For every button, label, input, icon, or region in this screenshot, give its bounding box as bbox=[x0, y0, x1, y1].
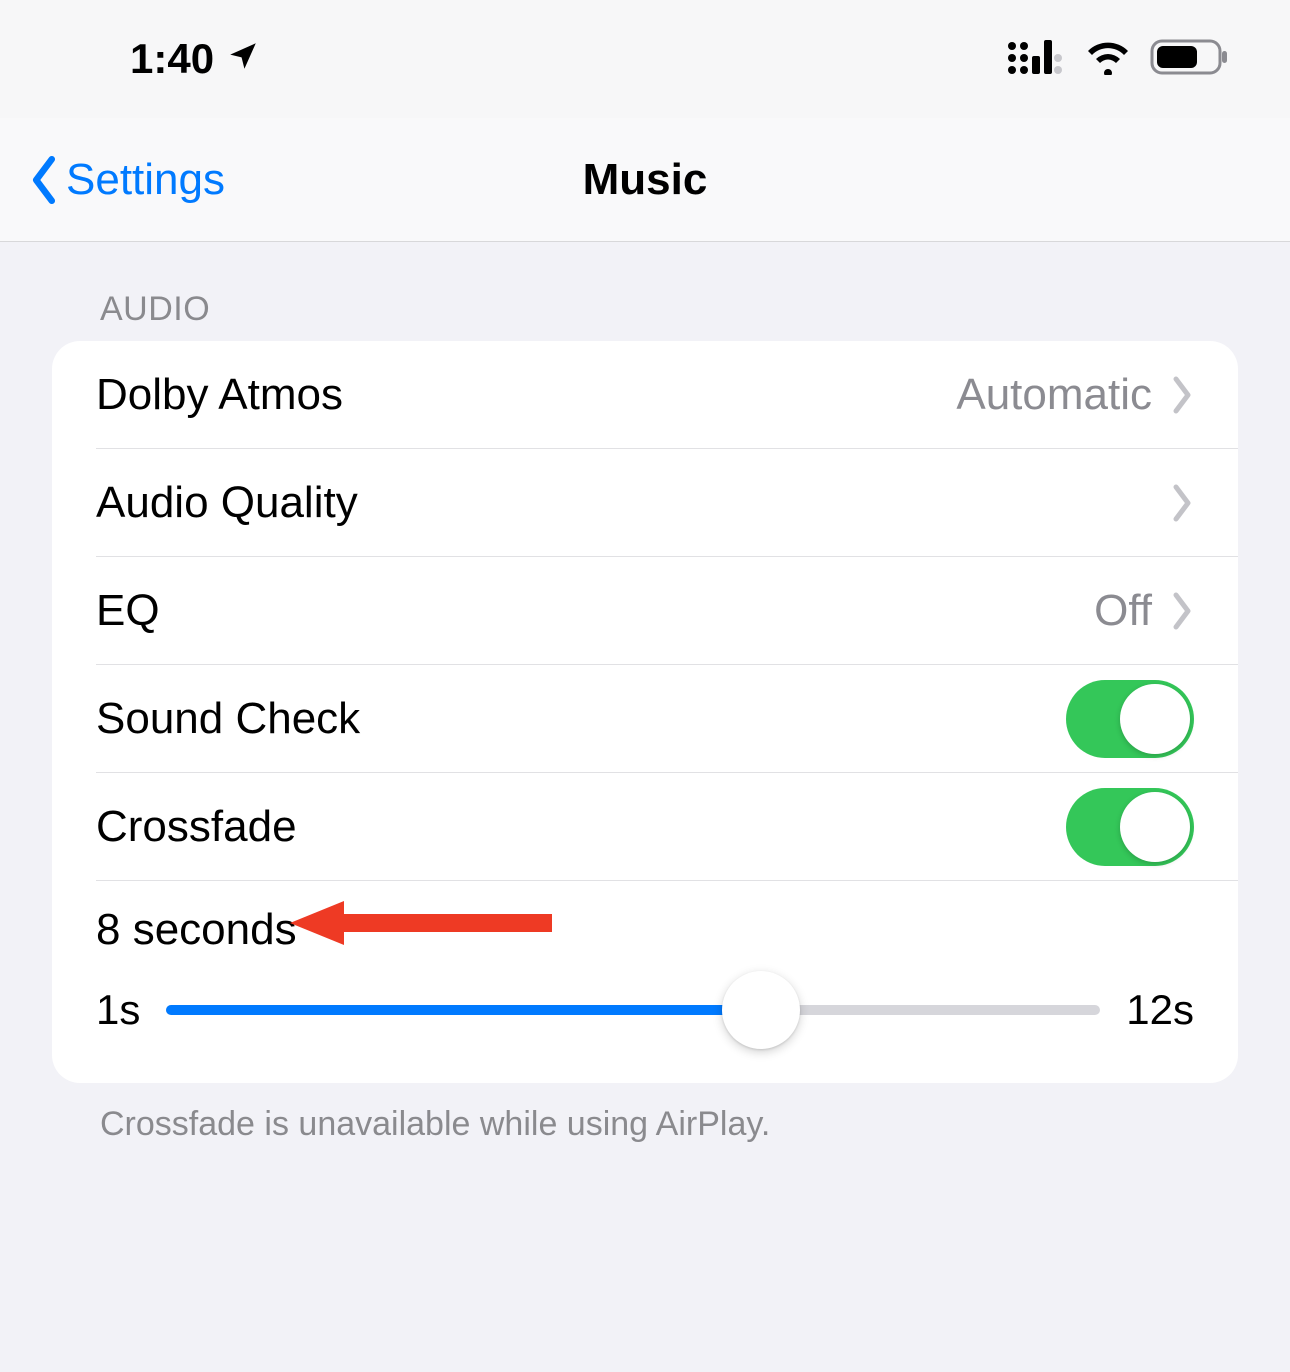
row-label: Sound Check bbox=[96, 694, 360, 744]
slider-max-label: 12s bbox=[1126, 986, 1194, 1034]
row-trailing: Off bbox=[1094, 586, 1194, 636]
row-eq[interactable]: EQ Off bbox=[52, 557, 1238, 665]
slider-min-label: 1s bbox=[96, 986, 140, 1034]
back-label: Settings bbox=[66, 155, 225, 205]
sound-check-toggle[interactable] bbox=[1066, 680, 1194, 758]
row-trailing: Automatic bbox=[956, 370, 1194, 420]
slider-thumb[interactable] bbox=[722, 971, 800, 1049]
crossfade-toggle[interactable] bbox=[1066, 788, 1194, 866]
battery-icon bbox=[1150, 37, 1230, 82]
status-bar: 1:40 bbox=[0, 0, 1290, 118]
row-label: Dolby Atmos bbox=[96, 370, 343, 420]
content: AUDIO Dolby Atmos Automatic Audio Qualit… bbox=[0, 242, 1290, 1166]
row-trailing bbox=[1066, 788, 1194, 866]
audio-card: Dolby Atmos Automatic Audio Quality EQ O… bbox=[52, 341, 1238, 1083]
row-trailing bbox=[1066, 680, 1194, 758]
crossfade-slider-section: 8 seconds 1s 12s bbox=[52, 881, 1238, 1083]
status-time: 1:40 bbox=[130, 35, 214, 83]
chevron-right-icon bbox=[1170, 375, 1194, 415]
back-button[interactable]: Settings bbox=[0, 154, 225, 206]
slider-value-label: 8 seconds bbox=[96, 905, 1194, 955]
slider-fill bbox=[166, 1005, 760, 1015]
row-trailing bbox=[1170, 483, 1194, 523]
nav-bar: Settings Music bbox=[0, 118, 1290, 242]
status-left: 1:40 bbox=[130, 35, 260, 83]
row-label: Audio Quality bbox=[96, 478, 358, 528]
location-icon bbox=[226, 35, 260, 83]
chevron-right-icon bbox=[1170, 483, 1194, 523]
chevron-right-icon bbox=[1170, 591, 1194, 631]
row-crossfade: Crossfade bbox=[52, 773, 1238, 881]
crossfade-slider[interactable] bbox=[166, 971, 1100, 1049]
row-sound-check: Sound Check bbox=[52, 665, 1238, 773]
row-label: EQ bbox=[96, 586, 160, 636]
wifi-icon bbox=[1084, 39, 1132, 80]
section-header-audio: AUDIO bbox=[52, 242, 1238, 341]
cellular-icon bbox=[1006, 38, 1066, 81]
status-right bbox=[1006, 37, 1230, 82]
page-title: Music bbox=[583, 155, 708, 205]
row-dolby-atmos[interactable]: Dolby Atmos Automatic bbox=[52, 341, 1238, 449]
row-label: Crossfade bbox=[96, 802, 297, 852]
row-audio-quality[interactable]: Audio Quality bbox=[52, 449, 1238, 557]
row-value: Off bbox=[1094, 586, 1152, 636]
row-value: Automatic bbox=[956, 370, 1152, 420]
slider-row: 1s 12s bbox=[96, 971, 1194, 1049]
footer-note: Crossfade is unavailable while using Air… bbox=[52, 1083, 1238, 1166]
